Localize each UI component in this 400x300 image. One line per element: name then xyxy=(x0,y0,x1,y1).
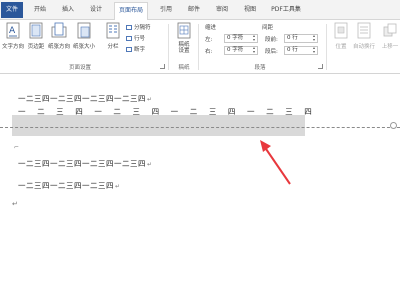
spacing-before-label: 段前: xyxy=(265,37,278,43)
tab-pdf-tools[interactable]: PDF工具集 xyxy=(268,2,304,19)
tab-page-layout[interactable]: 页面布局 xyxy=(114,2,148,20)
line-4-text: 一二三四一二三四一二三四 xyxy=(18,181,114,190)
document-page[interactable]: 一二三四一二三四一二三四一二三四↵ 一 二 三 四 一 二 三 四 一 二 三 … xyxy=(0,75,400,300)
margin-marker: ⌐ xyxy=(14,144,20,151)
spacing-before-input[interactable]: 0 行 xyxy=(284,34,318,43)
size-button[interactable]: 纸张大小 xyxy=(73,22,95,60)
page-setup-launcher[interactable] xyxy=(160,64,165,69)
tab-review[interactable]: 审阅 xyxy=(212,2,232,19)
breaks-button[interactable]: 分隔符 xyxy=(126,24,151,33)
spacing-header: 间距 xyxy=(262,25,274,31)
indent-left-input[interactable]: 0 字符 xyxy=(224,34,258,43)
document-line-1: 一二三四一二三四一二三四一二三四↵ xyxy=(18,93,153,104)
margins-icon xyxy=(29,22,43,39)
draft-settings-label: 稿纸设置 xyxy=(178,42,190,54)
line-numbers-button[interactable]: 行号 xyxy=(126,35,145,44)
columns-button[interactable]: 分栏 xyxy=(104,22,122,60)
bring-forward-label: 上移一 xyxy=(381,44,399,50)
bring-forward-button[interactable]: 上移一 xyxy=(380,22,400,60)
breaks-label: 分隔符 xyxy=(134,25,151,31)
document-line-2: 一 二 三 四 一 二 三 四 一 二 三 四 一 二 三 四 xyxy=(18,106,316,117)
bring-forward-icon xyxy=(383,23,397,37)
indent-header: 缩进 xyxy=(205,25,217,31)
group-separator xyxy=(198,24,199,70)
breaks-icon xyxy=(126,25,132,30)
svg-text:A: A xyxy=(9,26,16,36)
wrap-text-icon xyxy=(357,22,371,39)
group-separator xyxy=(326,24,327,70)
line-numbers-icon xyxy=(126,36,132,41)
position-button[interactable]: 位置 xyxy=(333,22,349,60)
margins-button[interactable]: 页边距 xyxy=(26,22,46,60)
orientation-icon xyxy=(51,22,67,38)
spacing-after-label: 段后: xyxy=(265,49,278,55)
text-direction-icon: A xyxy=(6,22,20,39)
hyphenation-button[interactable]: 断字 xyxy=(126,46,145,55)
selected-break-region xyxy=(12,115,305,136)
tab-design[interactable]: 设计 xyxy=(86,2,106,19)
ribbon-tab-bar: 文件 开始 插入 设计 页面布局 引用 邮件 审阅 视图 PDF工具集 xyxy=(0,0,400,20)
paragraph-mark: ↵ xyxy=(147,96,153,103)
wrap-text-label: 自动换行 xyxy=(353,44,376,50)
paper-size-icon xyxy=(77,22,91,39)
paragraph-mark: ↵ xyxy=(147,161,153,168)
tab-mailings[interactable]: 邮件 xyxy=(184,2,204,19)
indent-right-input[interactable]: 0 字符 xyxy=(224,46,258,55)
line-1-text: 一二三四一二三四一二三四一二三四 xyxy=(18,94,146,103)
draft-group-label: 稿纸 xyxy=(178,65,190,71)
draft-paper-icon xyxy=(177,22,191,39)
indent-left-label: 左: xyxy=(205,37,213,43)
columns-label: 分栏 xyxy=(107,44,119,50)
paragraph-launcher[interactable] xyxy=(318,64,323,69)
section-break-marker xyxy=(390,122,397,129)
paragraph-mark: ↵ xyxy=(115,183,121,190)
tab-home[interactable]: 开始 xyxy=(30,2,50,19)
paragraph-group-label: 段落 xyxy=(254,65,266,71)
spacing-after-input[interactable]: 0 行 xyxy=(284,46,318,55)
columns-icon xyxy=(106,22,120,39)
line-2-text: 一 二 三 四 一 二 三 四 一 二 三 四 一 二 三 四 xyxy=(18,107,317,116)
orientation-button[interactable]: 纸张方向 xyxy=(48,22,70,60)
orientation-label: 纸张方向 xyxy=(48,44,71,50)
text-direction-label: 文字方向 xyxy=(2,44,25,50)
document-line-4: 一二三四一二三四一二三四↵ xyxy=(18,180,121,191)
group-separator xyxy=(168,24,169,70)
tab-insert[interactable]: 插入 xyxy=(58,2,78,19)
hyphenation-label: 断字 xyxy=(134,47,146,53)
text-direction-button[interactable]: A 文字方向 xyxy=(2,22,24,60)
red-arrow-annotation xyxy=(260,140,291,185)
line-3-text: 一二三四一二三四一二三四一二三四 xyxy=(18,159,146,168)
line-numbers-label: 行号 xyxy=(134,36,146,42)
tab-file[interactable]: 文件 xyxy=(1,2,23,18)
hyphenation-icon xyxy=(126,47,132,52)
ribbon: A 文字方向 页边距 纸张方向 纸张大小 分栏 分隔符 行号 断字 页面设置 稿… xyxy=(0,20,400,74)
wrap-text-button[interactable]: 自动换行 xyxy=(353,22,375,60)
document-line-3: 一二三四一二三四一二三四一二三四↵ xyxy=(18,158,153,169)
position-label: 位置 xyxy=(335,44,347,50)
page-setup-group-label: 页面设置 xyxy=(68,65,91,71)
section-break-line[interactable] xyxy=(0,127,400,128)
tab-view[interactable]: 视图 xyxy=(240,2,260,19)
tab-references[interactable]: 引用 xyxy=(156,2,176,19)
indent-right-label: 右: xyxy=(205,49,213,55)
empty-paragraph-mark: ↵ xyxy=(12,200,18,208)
draft-settings-button[interactable]: 稿纸设置 xyxy=(172,22,196,60)
size-label: 纸张大小 xyxy=(73,44,96,50)
position-icon xyxy=(334,22,348,39)
margins-label: 页边距 xyxy=(27,44,45,50)
